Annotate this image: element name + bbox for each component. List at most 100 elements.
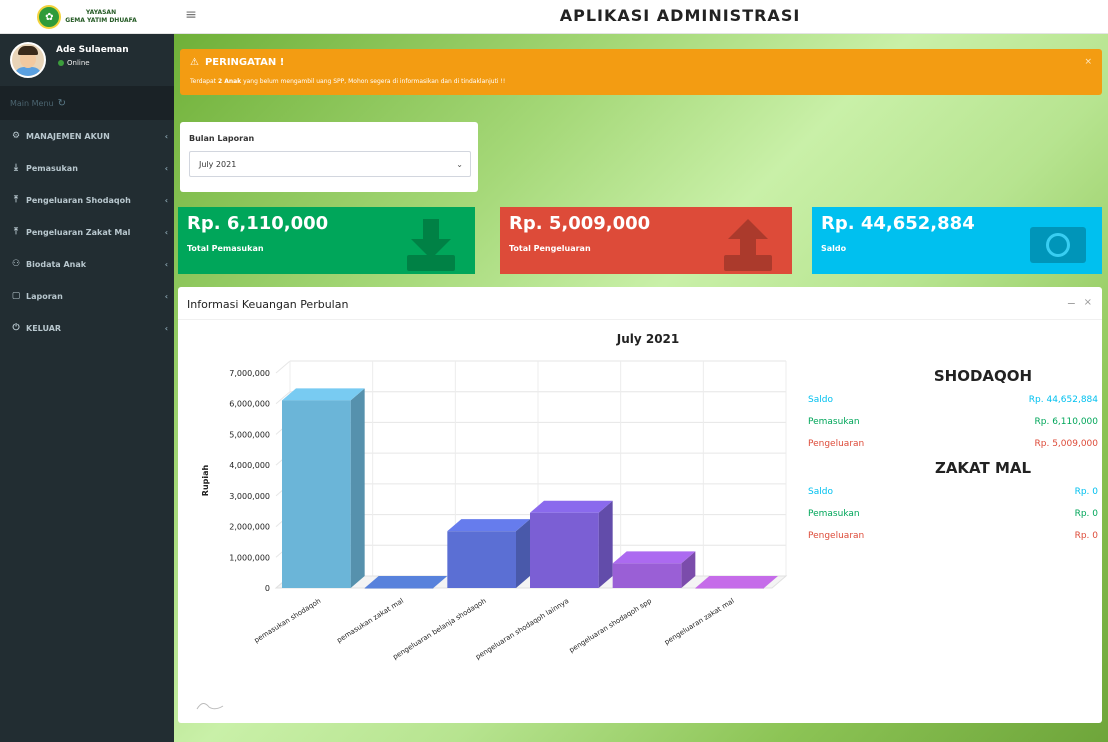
summary-label: Pemasukan [808, 509, 860, 519]
stat-total-pengeluaran: Rp. 5,009,000 Total Pengeluaran [500, 207, 792, 274]
money-icon [1030, 227, 1086, 263]
bar-top [612, 551, 696, 564]
brand-logo[interactable]: ✿ YAYASAN GEMA YATIM DHUAFA [0, 0, 174, 34]
chevron-left-icon: ‹ [164, 323, 168, 333]
summary-title-shodaqoh: SHODAQOH [933, 367, 1033, 385]
bar-side [516, 519, 530, 588]
chevron-left-icon: ‹ [164, 163, 168, 173]
bar-top [447, 519, 530, 532]
alert-close-button[interactable]: × [1084, 57, 1092, 67]
stat-value: Rp. 44,652,884 [821, 213, 975, 234]
hamburger-menu-icon[interactable]: ≡ [183, 7, 199, 25]
month-select[interactable]: July 2021 ⌄ [189, 151, 471, 177]
chevron-left-icon: ‹ [164, 131, 168, 141]
bar [282, 400, 351, 588]
user-status: Online [58, 59, 90, 67]
sidebar-item-keluar[interactable]: ⏻ KELUAR ‹ [0, 312, 174, 344]
grid-line [275, 360, 291, 374]
collapse-button[interactable]: − [1067, 297, 1076, 310]
summary-value: Rp. 6,110,000 [1034, 417, 1099, 427]
sidebar-item-pengeluaran-shodaqoh[interactable]: ⤒ Pengeluaran Shodaqoh ‹ [0, 184, 174, 216]
chevron-left-icon: ‹ [164, 259, 168, 269]
avatar [10, 42, 46, 78]
sidebar-item-label: Pemasukan [26, 163, 78, 173]
x-tick-label: pengeluaran shodaqoh spp [568, 597, 654, 655]
download-icon: ⤓ [14, 163, 18, 173]
download-tray-icon [407, 219, 455, 271]
sidebar-item-label: Pengeluaran Zakat Mal [26, 227, 131, 237]
sidebar-item-label: Biodata Anak [26, 259, 87, 269]
stat-total-pemasukan: Rp. 6,110,000 Total Pemasukan [178, 207, 475, 274]
x-tick-label: pengeluaran shodaqoh lainnya [474, 597, 570, 661]
month-select-value: July 2021 [199, 159, 237, 169]
bar-top [695, 576, 778, 588]
logo-line-2: GEMA YATIM DHUAFA [65, 17, 137, 24]
bar-top [530, 500, 613, 513]
summary-value: Rp. 44,652,884 [1028, 395, 1098, 405]
y-tick-label: 7,000,000 [229, 369, 270, 378]
x-tick-label: pemasukan shodaqoh [253, 597, 323, 645]
filter-label: Bulan Laporan [189, 134, 255, 143]
sidebar-item-pemasukan[interactable]: ⤓ Pemasukan ‹ [0, 152, 174, 184]
x-tick-label: pemasukan zakat mal [335, 597, 405, 645]
bar-chart: 0 1,000,000 2,000,000 3,000,000 4,000,000 5,0… [201, 360, 788, 661]
summary-label: Saldo [808, 395, 833, 405]
menu-header-label: Main Menu [10, 98, 54, 108]
summary-row-pengeluaran: Pengeluaran Rp. 5,009,000 [808, 433, 1098, 455]
summary-row-saldo: Saldo Rp. 44,652,884 [808, 389, 1098, 411]
chevron-left-icon: ‹ [164, 291, 168, 301]
summary-panel: SHODAQOH Saldo Rp. 44,652,884 Pemasukan … [808, 367, 1098, 547]
upload-tray-icon [724, 219, 772, 271]
summary-row-pengeluaran: Pengeluaran Rp. 0 [808, 525, 1098, 547]
y-axis-label: Rupiah [201, 464, 210, 496]
summary-title-zakat: ZAKAT MAL [934, 459, 1032, 477]
upload-icon: ⤒ [14, 195, 18, 205]
close-icon[interactable]: × [1084, 297, 1092, 308]
sidebar-item-biodata-anak[interactable]: ⚇ Biodata Anak ‹ [0, 248, 174, 280]
bar [695, 588, 764, 589]
app-title: APLIKASI ADMINISTRASI [559, 6, 801, 25]
chevron-left-icon: ‹ [164, 195, 168, 205]
app-window: ✿ YAYASAN GEMA YATIM DHUAFA ≡ APLIKASI A… [0, 0, 1108, 742]
report-filter-box: Bulan Laporan July 2021 ⌄ [180, 122, 478, 192]
stat-label: Saldo [821, 244, 847, 253]
summary-value: Rp. 0 [1074, 509, 1098, 519]
stat-saldo: Rp. 44,652,884 Saldo [812, 207, 1102, 274]
y-tick-label: 0 [265, 584, 270, 593]
stat-value: Rp. 6,110,000 [187, 213, 329, 234]
online-dot-icon [58, 60, 64, 66]
menu-header: Main Menu ↻ [0, 86, 174, 120]
file-icon: ▢ [11, 291, 21, 301]
refresh-icon[interactable]: ↻ [58, 98, 66, 109]
summary-label: Saldo [808, 487, 833, 497]
user-status-label: Online [67, 59, 90, 67]
y-tick-label: 3,000,000 [229, 492, 270, 501]
bar-side [350, 388, 365, 588]
user-panel: Ade Sulaeman Online [0, 34, 174, 86]
chevron-left-icon: ‹ [164, 227, 168, 237]
x-tick-label: pengeluaran zakat mal [663, 597, 736, 647]
chart-logo-icon [196, 703, 224, 710]
alert-message: Terdapat 2 Anak yang belum mengambil uan… [190, 78, 505, 85]
alert-title-text: PERINGATAN ! [204, 57, 285, 68]
sidebar-item-laporan[interactable]: ▢ Laporan ‹ [0, 280, 174, 312]
alert-message-prefix: Terdapat [190, 78, 218, 85]
sidebar-item-label: Pengeluaran Shodaqoh [26, 195, 131, 205]
gear-icon: ⚙ [11, 131, 21, 141]
main-content: ⚠ PERINGATAN ! Terdapat 2 Anak yang belu… [174, 34, 1108, 742]
summary-row-pemasukan: Pemasukan Rp. 0 [808, 503, 1098, 525]
sidebar-item-manajemen-akun[interactable]: ⚙ MANAJEMEN AKUN ‹ [0, 120, 174, 152]
sidebar: Ade Sulaeman Online Main Menu ↻ ⚙ MANAJE… [0, 34, 174, 742]
alert-message-suffix: yang belum mengambil uang SPP, Mohon seg… [241, 78, 506, 85]
bar-top [282, 388, 365, 401]
bar [530, 512, 599, 588]
y-tick-label: 6,000,000 [229, 400, 270, 409]
stat-label: Total Pemasukan [187, 244, 264, 253]
sidebar-item-label: MANAJEMEN AKUN [26, 131, 110, 141]
sidebar-item-label: KELUAR [26, 323, 62, 333]
summary-label: Pengeluaran [808, 439, 865, 449]
logo-line-1: YAYASAN [85, 9, 117, 16]
sidebar-item-pengeluaran-zakat-mal[interactable]: ⤒ Pengeluaran Zakat Mal ‹ [0, 216, 174, 248]
y-tick-label: 5,000,000 [229, 430, 270, 439]
summary-row-pemasukan: Pemasukan Rp. 6,110,000 [808, 411, 1098, 433]
